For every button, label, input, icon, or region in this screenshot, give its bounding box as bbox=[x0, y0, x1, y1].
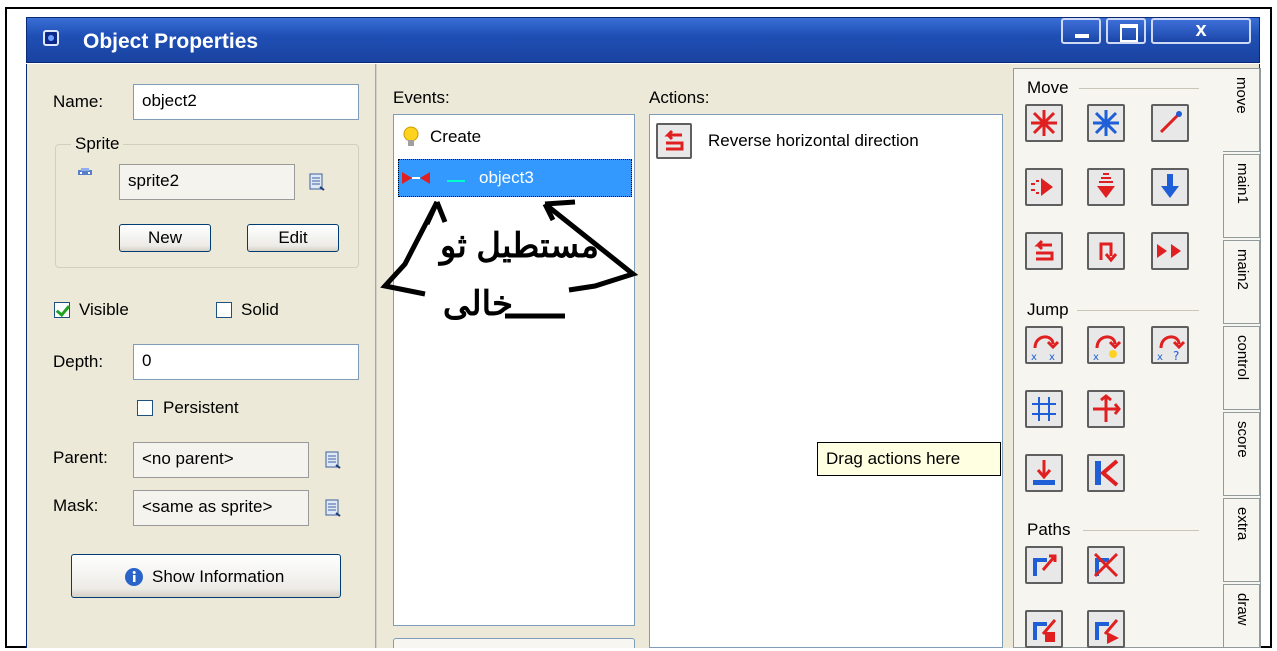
svg-text:x: x bbox=[1157, 352, 1163, 362]
section-separator bbox=[1083, 530, 1199, 531]
mask-label: Mask: bbox=[53, 496, 99, 515]
window-title: Object Properties bbox=[83, 30, 259, 53]
svg-text:x: x bbox=[1031, 352, 1037, 362]
sprite-icon bbox=[78, 168, 92, 175]
tab-move[interactable]: move bbox=[1223, 68, 1260, 152]
close-button[interactable]: x bbox=[1151, 18, 1251, 44]
maximize-button[interactable] bbox=[1106, 18, 1146, 44]
jump-start-icon[interactable]: x bbox=[1087, 326, 1125, 364]
jump-position-icon[interactable]: xx bbox=[1025, 326, 1063, 364]
tab-score[interactable]: score bbox=[1223, 412, 1260, 496]
gravity-icon[interactable] bbox=[1151, 168, 1189, 206]
visible-checkbox[interactable] bbox=[54, 302, 70, 318]
palette-section-move: Move bbox=[1027, 78, 1069, 97]
mask-menu-icon[interactable] bbox=[323, 498, 343, 518]
events-button-partial[interactable] bbox=[393, 638, 635, 648]
tab-label: draw bbox=[1234, 593, 1251, 626]
events-label: Events: bbox=[393, 88, 450, 107]
edit-sprite-button[interactable]: Edit bbox=[247, 224, 339, 252]
tab-control[interactable]: control bbox=[1223, 326, 1260, 410]
speed-horizontal-icon[interactable] bbox=[1025, 168, 1063, 206]
palette-section-jump: Jump bbox=[1027, 300, 1069, 319]
show-information-button[interactable]: Show Information bbox=[71, 554, 341, 598]
sprite-group-label: Sprite bbox=[71, 134, 124, 154]
title-bar[interactable]: Object Properties x bbox=[26, 17, 1260, 63]
reverse-horizontal-icon[interactable] bbox=[1025, 232, 1063, 270]
move-free-icon[interactable] bbox=[1087, 104, 1125, 142]
parent-label: Parent: bbox=[53, 448, 108, 467]
svg-text:x: x bbox=[1049, 352, 1055, 362]
tab-draw[interactable]: draw bbox=[1223, 584, 1260, 648]
tab-main2[interactable]: main2 bbox=[1223, 240, 1260, 324]
info-icon bbox=[125, 568, 143, 586]
end-path-icon[interactable] bbox=[1087, 546, 1125, 584]
annotation-line2: خالى bbox=[442, 285, 513, 323]
visible-label: Visible bbox=[79, 300, 129, 319]
move-towards-icon[interactable] bbox=[1151, 104, 1189, 142]
reverse-horizontal-icon bbox=[656, 123, 692, 159]
solid-checkbox[interactable] bbox=[216, 302, 232, 318]
speed-vertical-icon[interactable] bbox=[1087, 168, 1125, 206]
mask-field[interactable]: <same as sprite> bbox=[133, 490, 309, 526]
event-item-create[interactable]: Create bbox=[394, 121, 634, 153]
align-grid-icon[interactable] bbox=[1025, 390, 1063, 428]
annotation-line1: مستطيل ثو bbox=[439, 227, 599, 265]
tab-extra[interactable]: extra bbox=[1223, 498, 1260, 582]
event-item-label: Create bbox=[430, 127, 482, 146]
parent-menu-icon[interactable] bbox=[323, 450, 343, 470]
minimize-button[interactable] bbox=[1061, 18, 1101, 44]
drag-actions-tooltip: Drag actions here bbox=[817, 442, 1001, 476]
path-speed-icon[interactable] bbox=[1087, 610, 1125, 648]
tab-label: control bbox=[1234, 335, 1251, 381]
svg-text:?: ? bbox=[1173, 349, 1179, 362]
section-separator bbox=[1077, 310, 1199, 311]
sprite-field[interactable]: sprite2 bbox=[119, 164, 295, 200]
parent-field[interactable]: <no parent> bbox=[133, 442, 309, 478]
move-contact-icon[interactable] bbox=[1025, 454, 1063, 492]
app-icon bbox=[43, 30, 59, 46]
palette-section-paths: Paths bbox=[1027, 520, 1071, 539]
path-position-icon[interactable] bbox=[1025, 610, 1063, 648]
tab-label: move bbox=[1233, 77, 1250, 114]
move-fixed-icon[interactable] bbox=[1025, 104, 1063, 142]
action-item-label: Reverse horizontal direction bbox=[708, 131, 919, 150]
persistent-checkbox[interactable] bbox=[137, 400, 153, 416]
tab-main1[interactable]: main1 bbox=[1223, 154, 1260, 238]
wrap-screen-icon[interactable] bbox=[1087, 390, 1125, 428]
depth-input[interactable]: 0 bbox=[133, 344, 359, 380]
tab-label: main2 bbox=[1234, 249, 1251, 290]
show-information-label: Show Information bbox=[152, 567, 285, 586]
panel-divider bbox=[375, 64, 377, 648]
actions-list[interactable]: Reverse horizontal direction bbox=[649, 114, 1003, 648]
tab-label: score bbox=[1234, 421, 1251, 458]
svg-text:x: x bbox=[1093, 352, 1099, 362]
object-properties-window: Name: object2 Sprite sprite2 New Edit Vi… bbox=[26, 64, 1261, 648]
tab-label: main1 bbox=[1234, 163, 1251, 204]
new-sprite-button[interactable]: New bbox=[119, 224, 211, 252]
reverse-vertical-icon[interactable] bbox=[1087, 232, 1125, 270]
jump-random-icon[interactable]: x? bbox=[1151, 326, 1189, 364]
section-separator bbox=[1079, 88, 1199, 89]
sprite-menu-icon[interactable] bbox=[307, 172, 327, 192]
name-input[interactable]: object2 bbox=[133, 84, 359, 120]
action-item[interactable]: Reverse horizontal direction bbox=[656, 123, 996, 161]
actions-label: Actions: bbox=[649, 88, 710, 107]
solid-label: Solid bbox=[241, 300, 279, 319]
bounce-icon[interactable] bbox=[1087, 454, 1125, 492]
persistent-label: Persistent bbox=[163, 398, 239, 417]
set-path-icon[interactable] bbox=[1025, 546, 1063, 584]
name-label: Name: bbox=[53, 92, 104, 111]
tab-label: extra bbox=[1234, 507, 1251, 541]
lightbulb-icon bbox=[403, 126, 419, 146]
depth-label: Depth: bbox=[53, 352, 104, 371]
friction-icon[interactable] bbox=[1151, 232, 1189, 270]
